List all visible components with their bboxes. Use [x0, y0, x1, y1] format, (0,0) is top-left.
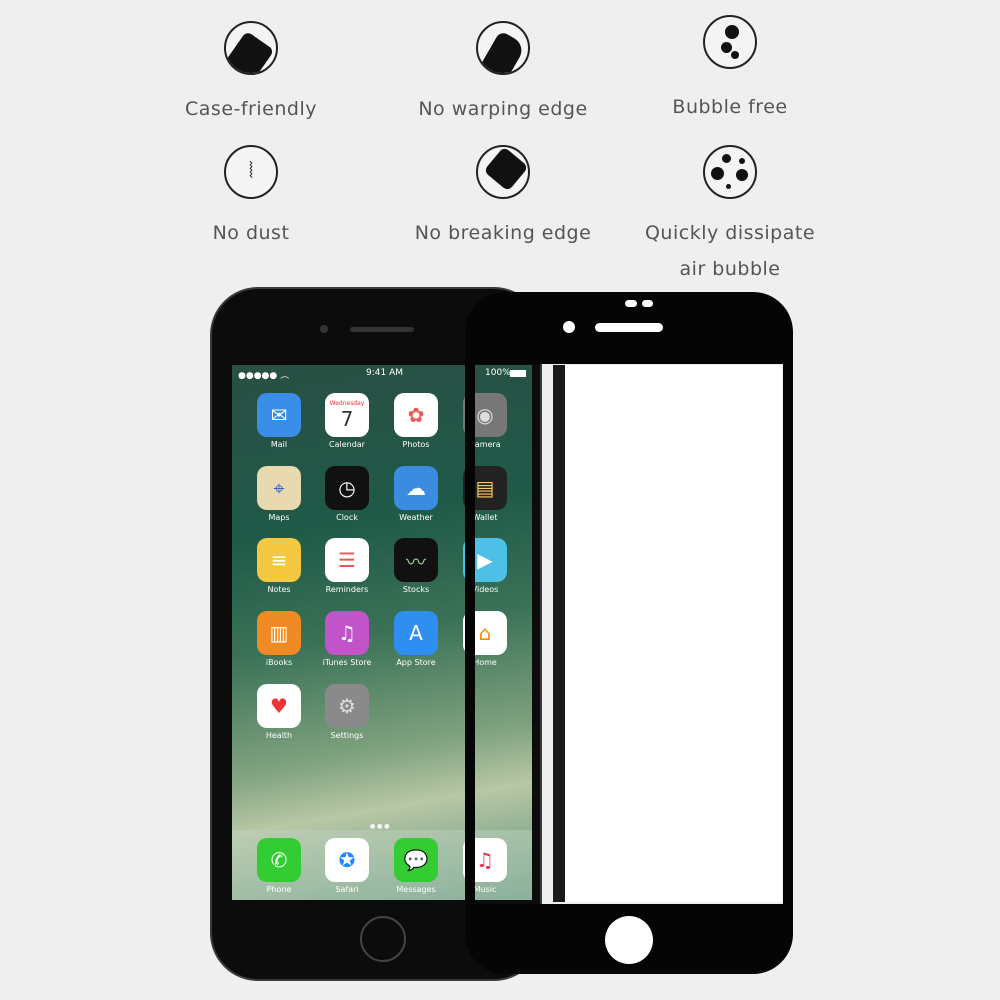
protector-glass: [553, 365, 782, 902]
safari-icon: ✪: [325, 838, 369, 882]
feature-label-line2: air bubble: [679, 258, 781, 280]
app-label: Stocks: [402, 585, 430, 594]
feature-case-friendly: Case-friendly: [121, 21, 381, 127]
signal-icon: ●●●●● ︵: [238, 371, 290, 381]
messages-icon: 💬: [394, 838, 438, 882]
app-label: Settings: [330, 731, 364, 740]
clock-time: 9:41 AM: [366, 368, 403, 378]
photos-icon: ✿: [394, 393, 438, 437]
bubble-free-icon: [703, 15, 757, 69]
feature-no-warping-edge: No warping edge: [373, 21, 633, 127]
settings-icon: ⚙: [325, 684, 369, 728]
app-label: Weather: [399, 513, 433, 522]
case-friendly-icon: [224, 21, 278, 75]
calendar-date: 7: [340, 406, 354, 431]
no-dust-icon: ⦚: [224, 145, 278, 199]
feature-label: Case-friendly: [185, 98, 317, 120]
page-dots: ● ● ●: [370, 823, 390, 830]
feature-label: Bubble free: [672, 96, 788, 118]
app-icon-clock[interactable]: ◷ Clock: [315, 466, 379, 522]
stocks-icon: 〰: [394, 538, 438, 582]
app-store-icon: A: [394, 611, 438, 655]
dissipate-bubble-icon: [703, 145, 757, 199]
feature-label: No dust: [212, 222, 290, 244]
notes-icon: ≡: [257, 538, 301, 582]
front-camera: [320, 325, 328, 333]
app-icon-photos[interactable]: ✿ Photos: [384, 393, 448, 449]
clock-icon: ◷: [325, 466, 369, 510]
app-label: iBooks: [265, 658, 293, 667]
ibooks-icon: ▥: [257, 611, 301, 655]
dock-app-safari[interactable]: ✪ Safari: [315, 838, 379, 894]
feature-bubble-free: Bubble free: [600, 15, 860, 125]
earpiece: [350, 327, 414, 332]
app-label: Photos: [402, 440, 430, 449]
protector-earpiece-slot: [595, 323, 663, 332]
app-label: Maps: [268, 513, 290, 522]
feature-dissipate-bubble: Quickly dissipate air bubble: [600, 145, 860, 287]
protector-sensor-dots: [625, 300, 653, 307]
feature-label: No breaking edge: [414, 222, 592, 244]
app-icon-notes[interactable]: ≡ Notes: [247, 538, 311, 594]
home-button[interactable]: [360, 916, 406, 962]
dock-app-phone[interactable]: ✆ Phone: [247, 838, 311, 894]
app-label: iTunes Store: [322, 658, 372, 667]
app-label: App Store: [396, 658, 436, 667]
app-icon-settings[interactable]: ⚙ Settings: [315, 684, 379, 740]
app-icon-calendar[interactable]: Wednesday 7 Calendar: [315, 393, 379, 449]
protector-camera-hole: [563, 321, 575, 333]
mail-icon: ✉: [257, 393, 301, 437]
feature-label: Quickly dissipate: [644, 222, 816, 244]
no-breaking-edge-icon: [476, 145, 530, 199]
app-label: Safari: [335, 885, 359, 894]
app-icon-stocks[interactable]: 〰 Stocks: [384, 538, 448, 594]
feature-no-breaking-edge: No breaking edge: [373, 145, 633, 251]
weather-icon: ☁: [394, 466, 438, 510]
app-label: Phone: [266, 885, 292, 894]
calendar-icon: Wednesday 7: [325, 393, 369, 437]
app-label: Messages: [396, 885, 436, 894]
calendar-day: Wednesday: [329, 399, 365, 407]
app-icon-reminders[interactable]: ☰ Reminders: [315, 538, 379, 594]
app-icon-weather[interactable]: ☁ Weather: [384, 466, 448, 522]
health-icon: ♥: [257, 684, 301, 728]
app-label: Health: [265, 731, 293, 740]
app-icon-health[interactable]: ♥ Health: [247, 684, 311, 740]
maps-icon: ⌖: [257, 466, 301, 510]
app-icon-ibooks[interactable]: ▥ iBooks: [247, 611, 311, 667]
protector-home-hole: [605, 916, 653, 964]
app-label: Mail: [270, 440, 288, 449]
app-icon-maps[interactable]: ⌖ Maps: [247, 466, 311, 522]
app-label: Calendar: [329, 440, 365, 449]
reminders-icon: ☰: [325, 538, 369, 582]
dock-app-messages[interactable]: 💬 Messages: [384, 838, 448, 894]
app-icon-app-store[interactable]: A App Store: [384, 611, 448, 667]
no-warping-edge-icon: [476, 21, 530, 75]
itunes-store-icon: ♫: [325, 611, 369, 655]
feature-no-dust: ⦚ No dust: [121, 145, 381, 251]
app-label: Clock: [336, 513, 358, 522]
feature-label: No warping edge: [418, 98, 588, 120]
app-label: Notes: [267, 585, 291, 594]
phone-icon: ✆: [257, 838, 301, 882]
app-icon-mail[interactable]: ✉ Mail: [247, 393, 311, 449]
app-label: Reminders: [325, 585, 369, 594]
app-icon-itunes-store[interactable]: ♫ iTunes Store: [315, 611, 379, 667]
